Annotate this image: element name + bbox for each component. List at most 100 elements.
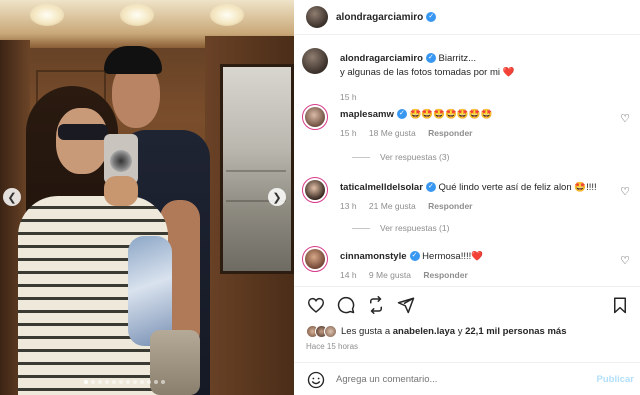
share-icon[interactable] <box>366 295 386 315</box>
likes-count[interactable]: 22,1 mil personas más <box>465 326 566 337</box>
heart-icon[interactable] <box>306 295 326 315</box>
likes-summary: Les gusta a anabelen.laya y 22,1 mil per… <box>306 325 567 338</box>
hand <box>104 176 138 206</box>
caption-row: alondragarciamiro ✓ Biarritz... y algunas… <box>302 48 632 102</box>
handbag <box>150 330 200 395</box>
likes-text: Les gusta a anabelen.laya y 22,1 mil per… <box>341 326 567 337</box>
commenter-username[interactable]: maplesamw <box>340 109 394 120</box>
verified-badge-icon: ✓ <box>409 251 420 262</box>
author-avatar[interactable] <box>302 48 328 74</box>
comment-composer: Publicar <box>294 362 640 395</box>
reply-button[interactable]: Responder <box>428 128 472 138</box>
ceiling-light <box>210 4 244 26</box>
carousel-dot[interactable] <box>154 380 158 384</box>
caption-meta: 15 h <box>340 92 367 102</box>
post-side-panel: alondragarciamiro ✓ alondragarciamiro ✓ B… <box>294 0 640 395</box>
comment-input[interactable] <box>336 374 566 385</box>
woman-sunglasses <box>58 124 108 140</box>
post-timestamp[interactable]: Hace 15 horas <box>306 342 358 351</box>
commenter-avatar[interactable] <box>302 104 328 130</box>
chevron-right-icon: ❯ <box>272 191 282 204</box>
replies-divider <box>352 227 370 229</box>
comment-text: Hermosa!!!!❤️ <box>422 251 484 262</box>
carousel-prev-button[interactable]: ❮ <box>3 188 21 206</box>
post-actions: Les gusta a anabelen.laya y 22,1 mil per… <box>294 286 640 395</box>
comment-like-heart-icon[interactable]: ♡ <box>620 112 630 125</box>
carousel-dot[interactable] <box>119 380 123 384</box>
comment-text: 🤩🤩🤩🤩🤩🤩🤩 <box>409 109 493 120</box>
liker-avatar[interactable] <box>324 325 337 338</box>
carousel-dot[interactable] <box>105 380 109 384</box>
reply-button[interactable]: Responder <box>428 201 472 211</box>
verified-badge-icon: ✓ <box>396 109 407 120</box>
view-replies-label: Ver respuestas (3) <box>380 152 450 162</box>
verified-badge-icon: ✓ <box>425 53 436 64</box>
comment-body: taticalmelldelsolar ✓ Qué lindo verte así… <box>340 181 610 195</box>
commenter-avatar[interactable] <box>302 177 328 203</box>
view-replies-button[interactable]: Ver respuestas (1) <box>352 223 449 233</box>
emoji-icon[interactable] <box>306 370 326 390</box>
camera-lens <box>110 150 132 172</box>
caption-line-1: Biarritz... <box>438 53 477 64</box>
red-heart-emoji: ❤️ <box>502 67 515 78</box>
commenter-avatar[interactable] <box>302 246 328 272</box>
author-avatar[interactable] <box>306 6 328 28</box>
likes-middle: y <box>455 326 466 337</box>
caption-time: 15 h <box>340 92 357 102</box>
carousel-dot[interactable] <box>126 380 130 384</box>
comment-icon[interactable] <box>336 295 356 315</box>
comment-row: taticalmelldelsolar ✓ Qué lindo verte así… <box>302 177 632 247</box>
comment-like-heart-icon[interactable]: ♡ <box>620 185 630 198</box>
comment-likes-count[interactable]: 18 Me gusta <box>369 128 416 138</box>
comment-meta: 15 h 18 Me gusta Responder <box>340 128 482 138</box>
comments-list: alondragarciamiro ✓ Biarritz... y algunas… <box>294 36 640 286</box>
verified-badge-icon: ✓ <box>425 182 436 193</box>
post-photo[interactable]: ❮ ❯ <box>0 0 294 395</box>
send-icon[interactable] <box>396 295 416 315</box>
replies-divider <box>352 156 370 158</box>
comment-likes-count[interactable]: 21 Me gusta <box>369 201 416 211</box>
carousel-dot[interactable] <box>161 380 165 384</box>
carousel-dot[interactable] <box>133 380 137 384</box>
beach-artwork <box>220 64 294 274</box>
action-icons <box>306 295 416 315</box>
commenter-username[interactable]: taticalmelldelsolar <box>340 182 423 193</box>
comment-text: Qué lindo verte así de feliz alon 🤩!!!! <box>438 182 597 193</box>
publish-button[interactable]: Publicar <box>597 374 635 385</box>
carousel-dot[interactable] <box>140 380 144 384</box>
caption-line-2: y algunas de las fotos tomadas por mi <box>340 67 501 78</box>
artwork-detail <box>226 170 286 172</box>
comment-like-heart-icon[interactable]: ♡ <box>620 254 630 267</box>
woman-face <box>56 108 108 174</box>
ceiling-light <box>30 4 64 26</box>
view-replies-button[interactable]: Ver respuestas (3) <box>352 152 449 162</box>
carousel-dot[interactable] <box>112 380 116 384</box>
ceiling-light <box>120 4 154 26</box>
comment-row: maplesamw ✓ 🤩🤩🤩🤩🤩🤩🤩 ♡ 15 h 18 Me gusta Re… <box>302 104 632 174</box>
carousel-dot[interactable] <box>147 380 151 384</box>
commenter-username[interactable]: cinnamonstyle <box>340 251 407 262</box>
carousel-next-button[interactable]: ❯ <box>268 188 286 206</box>
carousel-dots <box>84 380 165 384</box>
comment-time: 13 h <box>340 201 357 211</box>
caption-username[interactable]: alondragarciamiro <box>340 53 423 64</box>
comment-time: 15 h <box>340 128 357 138</box>
bookmark-icon[interactable] <box>610 295 630 315</box>
comment-body: maplesamw ✓ 🤩🤩🤩🤩🤩🤩🤩 <box>340 108 610 122</box>
comment-meta: 13 h 21 Me gusta Responder <box>340 201 482 211</box>
comment-likes-count[interactable]: 9 Me gusta <box>369 270 411 280</box>
comment-row: cinnamonstyle ✓ Hermosa!!!!❤️ ♡ 14 h 9 Me… <box>302 246 632 286</box>
verified-badge-icon: ✓ <box>426 12 437 22</box>
liker-username[interactable]: anabelen.laya <box>393 326 455 337</box>
carousel-dot[interactable] <box>84 380 88 384</box>
carousel-dot[interactable] <box>91 380 95 384</box>
carousel-dot[interactable] <box>98 380 102 384</box>
man-cap <box>104 46 162 74</box>
likes-prefix: Les gusta a <box>341 326 393 337</box>
post-header: alondragarciamiro ✓ <box>294 0 640 35</box>
comment-meta: 14 h 9 Me gusta Responder <box>340 270 478 280</box>
caption-text: alondragarciamiro ✓ Biarritz... y algunas… <box>340 52 610 80</box>
comment-body: cinnamonstyle ✓ Hermosa!!!!❤️ <box>340 250 610 264</box>
author-username[interactable]: alondragarciamiro <box>336 12 423 23</box>
reply-button[interactable]: Responder <box>423 270 467 280</box>
